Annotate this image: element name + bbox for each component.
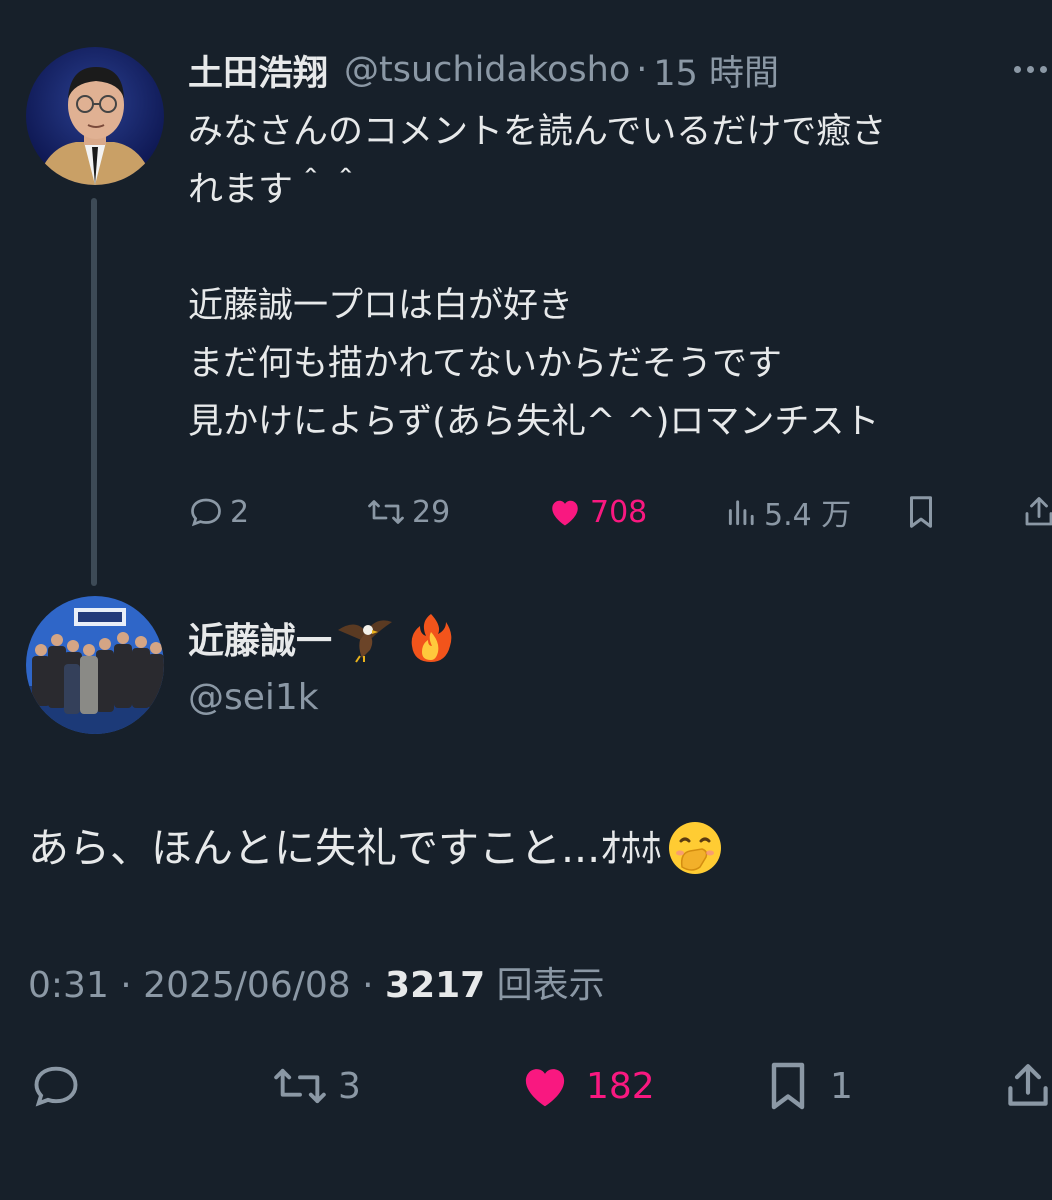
parent-reply-button[interactable]: 2 [188,490,249,534]
views-count[interactable]: 3217 [385,965,485,1006]
parent-line: れます＾＾ [188,170,364,210]
reply-icon [34,1066,78,1107]
main-tweet-body: あら、ほんとに失礼ですこと...ｵﾎﾎ [28,824,662,872]
parent-handle[interactable]: @tsuchidakosho [344,50,630,90]
retweet-icon [368,500,404,524]
parent-line: まだ何も描かれてないからだそうです [188,344,782,384]
parent-header: 土田浩翔 @tsuchidakosho · 15 時間 [188,44,779,96]
thread-connector-line [91,198,97,586]
parent-view-count: 5.4 万 [764,498,852,533]
tweet-meta: 0:31 · 2025/06/08 · 3217 回表示 [28,958,605,1014]
parent-line: 見かけによらず(あら失礼^ ^)ロマンチスト [188,402,880,442]
parent-like-button[interactable]: 708 [546,490,647,534]
main-like-button[interactable]: 182 [516,1058,655,1114]
main-bookmark-button[interactable]: 1 [764,1058,853,1114]
more-icon[interactable] [1014,62,1052,76]
bookmark-icon [909,496,933,528]
tweet-timestamp[interactable]: 0:31 · 2025/06/08 · [28,965,374,1006]
main-handle[interactable]: @sei1k [188,672,319,724]
heart-icon [552,500,578,526]
main-retweet-count: 3 [338,1065,361,1107]
main-bookmark-count: 1 [830,1065,853,1107]
views-icon [728,500,754,526]
reply-icon [191,498,221,527]
parent-retweet-count: 29 [412,494,451,530]
eagle-emoji-icon [336,612,394,664]
parent-line: 近藤誠一プロは白が好き [188,286,574,326]
parent-retweet-button[interactable]: 29 [366,490,450,534]
main-retweet-button[interactable]: 3 [268,1058,361,1114]
main-share-button[interactable] [1006,1058,1050,1114]
parent-reply-count: 2 [230,494,250,530]
retweet-icon [274,1068,326,1104]
bookmark-icon [771,1062,805,1110]
parent-like-count: 708 [590,494,648,530]
hand-over-mouth-emoji-icon [666,819,724,877]
parent-avatar[interactable] [26,47,164,185]
main-tweet-text: あら、ほんとに失礼ですこと...ｵﾎﾎ [28,818,724,878]
views-label: 回表示 [496,965,605,1006]
parent-line: みなさんのコメントを読んでいるだけで癒さ [188,112,887,152]
parent-time[interactable]: 15 時間 [653,45,779,96]
parent-line-blank [188,219,1052,277]
main-display-name[interactable]: 近藤誠一 [188,612,332,664]
main-avatar[interactable] [26,596,164,734]
parent-views-button[interactable]: 5.4 万 [726,490,851,534]
heart-icon [525,1069,565,1107]
main-reply-button[interactable] [28,1058,84,1114]
parent-share-button[interactable] [1024,490,1052,534]
parent-display-name[interactable]: 土田浩翔 [188,45,328,96]
share-icon [1025,497,1052,526]
main-display-name-row: 近藤誠一 [188,612,454,664]
share-icon [1008,1064,1048,1106]
main-like-count: 182 [586,1065,655,1107]
separator-dot: · [636,50,648,90]
fire-emoji-icon [408,612,454,664]
parent-tweet-text: みなさんのコメントを読んでいるだけで癒さ れます＾＾ 近藤誠一プロは白が好きまだ何… [188,103,1052,451]
parent-bookmark-button[interactable] [904,490,938,534]
